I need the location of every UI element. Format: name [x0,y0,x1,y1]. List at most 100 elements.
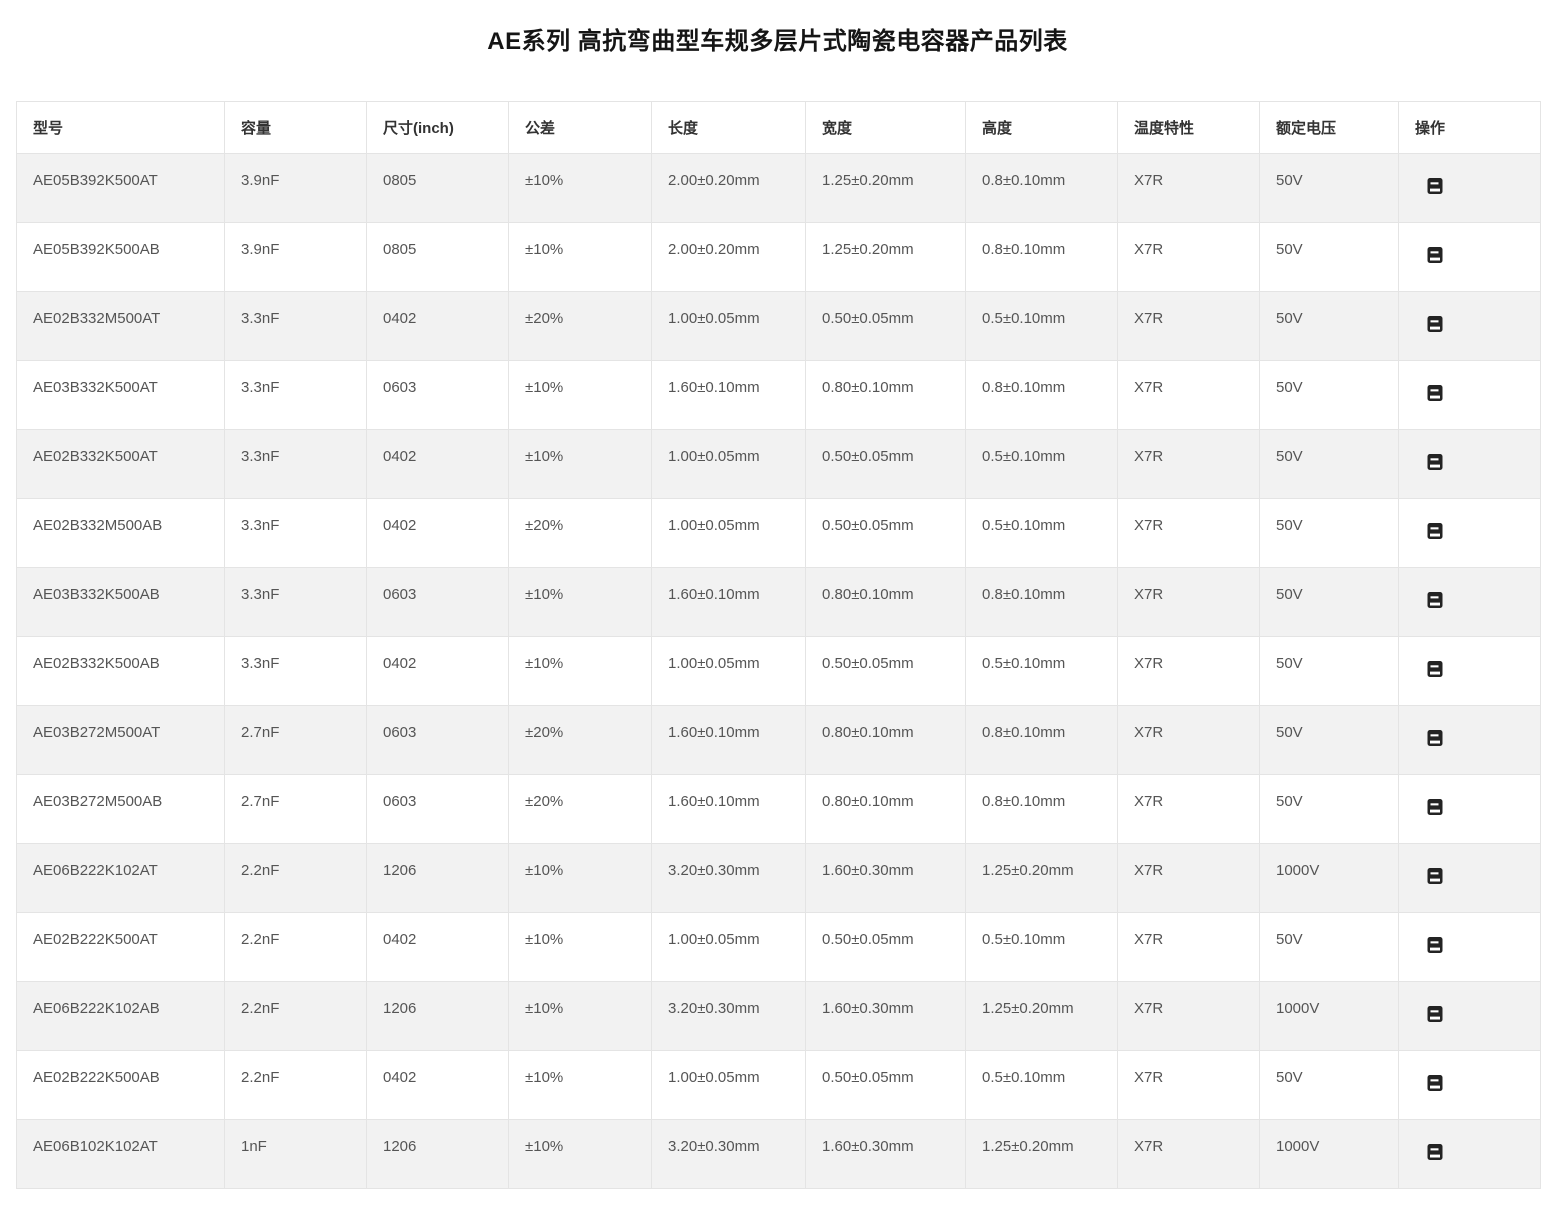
datasheet-icon [1427,453,1443,471]
cell-size: 0603 [367,706,509,775]
cell-width: 0.50±0.05mm [806,292,966,361]
datasheet-button[interactable] [1427,1143,1443,1161]
table-row: AE06B102K102AT 1nF 1206 ±10% 3.20±0.30mm… [17,1120,1541,1189]
table-row: AE02B332M500AT 3.3nF 0402 ±20% 1.00±0.05… [17,292,1541,361]
datasheet-button[interactable] [1427,453,1443,471]
cell-action [1399,1051,1541,1120]
cell-size: 1206 [367,982,509,1051]
cell-size: 0603 [367,568,509,637]
cell-rated-voltage: 50V [1260,361,1399,430]
cell-width: 0.80±0.10mm [806,775,966,844]
cell-model: AE03B332K500AB [17,568,225,637]
cell-width: 0.80±0.10mm [806,361,966,430]
cell-model: AE02B222K500AB [17,1051,225,1120]
cell-action [1399,499,1541,568]
datasheet-button[interactable] [1427,384,1443,402]
cell-size: 0805 [367,223,509,292]
datasheet-icon [1427,936,1443,954]
cell-rated-voltage: 50V [1260,499,1399,568]
cell-width: 1.25±0.20mm [806,223,966,292]
cell-temp-characteristic: X7R [1118,292,1260,361]
column-header-rated-voltage: 额定电压 [1260,102,1399,154]
cell-rated-voltage: 50V [1260,706,1399,775]
cell-temp-characteristic: X7R [1118,361,1260,430]
cell-size: 0402 [367,913,509,982]
column-header-width: 宽度 [806,102,966,154]
cell-rated-voltage: 1000V [1260,844,1399,913]
cell-length: 3.20±0.30mm [652,982,806,1051]
cell-model: AE06B222K102AB [17,982,225,1051]
datasheet-button[interactable] [1427,660,1443,678]
cell-temp-characteristic: X7R [1118,775,1260,844]
cell-capacity: 3.3nF [225,499,367,568]
datasheet-icon [1427,867,1443,885]
cell-length: 3.20±0.30mm [652,844,806,913]
datasheet-button[interactable] [1427,867,1443,885]
cell-temp-characteristic: X7R [1118,982,1260,1051]
datasheet-button[interactable] [1427,798,1443,816]
cell-width: 0.50±0.05mm [806,499,966,568]
column-header-temp-characteristic: 温度特性 [1118,102,1260,154]
table-row: AE03B332K500AB 3.3nF 0603 ±10% 1.60±0.10… [17,568,1541,637]
datasheet-icon [1427,729,1443,747]
cell-rated-voltage: 50V [1260,430,1399,499]
datasheet-button[interactable] [1427,1074,1443,1092]
cell-height: 0.5±0.10mm [966,499,1118,568]
cell-capacity: 3.9nF [225,154,367,223]
datasheet-button[interactable] [1427,591,1443,609]
datasheet-button[interactable] [1427,729,1443,747]
cell-width: 0.80±0.10mm [806,568,966,637]
datasheet-button[interactable] [1427,315,1443,333]
datasheet-icon [1427,798,1443,816]
cell-rated-voltage: 50V [1260,292,1399,361]
cell-rated-voltage: 50V [1260,154,1399,223]
datasheet-icon [1427,660,1443,678]
cell-tolerance: ±20% [509,499,652,568]
cell-size: 0603 [367,775,509,844]
cell-tolerance: ±10% [509,982,652,1051]
cell-length: 1.00±0.05mm [652,499,806,568]
datasheet-button[interactable] [1427,246,1443,264]
cell-temp-characteristic: X7R [1118,913,1260,982]
cell-capacity: 3.3nF [225,292,367,361]
cell-tolerance: ±10% [509,430,652,499]
column-header-capacity: 容量 [225,102,367,154]
cell-size: 0402 [367,637,509,706]
table-row: AE03B272M500AT 2.7nF 0603 ±20% 1.60±0.10… [17,706,1541,775]
datasheet-icon [1427,1074,1443,1092]
datasheet-icon [1427,591,1443,609]
datasheet-icon [1427,1005,1443,1023]
datasheet-icon [1427,315,1443,333]
datasheet-button[interactable] [1427,177,1443,195]
cell-height: 0.5±0.10mm [966,637,1118,706]
cell-temp-characteristic: X7R [1118,154,1260,223]
table-row: AE06B222K102AT 2.2nF 1206 ±10% 3.20±0.30… [17,844,1541,913]
cell-tolerance: ±10% [509,154,652,223]
cell-model: AE03B272M500AB [17,775,225,844]
cell-action [1399,223,1541,292]
cell-tolerance: ±10% [509,1120,652,1189]
datasheet-icon [1427,522,1443,540]
cell-capacity: 3.3nF [225,568,367,637]
cell-length: 1.60±0.10mm [652,706,806,775]
datasheet-button[interactable] [1427,522,1443,540]
datasheet-icon [1427,384,1443,402]
cell-size: 0603 [367,361,509,430]
cell-height: 0.8±0.10mm [966,568,1118,637]
cell-action [1399,154,1541,223]
cell-height: 0.8±0.10mm [966,223,1118,292]
cell-length: 1.00±0.05mm [652,1051,806,1120]
cell-length: 3.20±0.30mm [652,1120,806,1189]
cell-model: AE02B222K500AT [17,913,225,982]
cell-width: 1.60±0.30mm [806,982,966,1051]
cell-length: 2.00±0.20mm [652,223,806,292]
cell-height: 1.25±0.20mm [966,982,1118,1051]
cell-action [1399,1120,1541,1189]
datasheet-button[interactable] [1427,936,1443,954]
cell-tolerance: ±10% [509,844,652,913]
cell-width: 0.80±0.10mm [806,706,966,775]
datasheet-button[interactable] [1427,1005,1443,1023]
cell-capacity: 3.9nF [225,223,367,292]
cell-capacity: 2.2nF [225,913,367,982]
cell-length: 1.00±0.05mm [652,913,806,982]
